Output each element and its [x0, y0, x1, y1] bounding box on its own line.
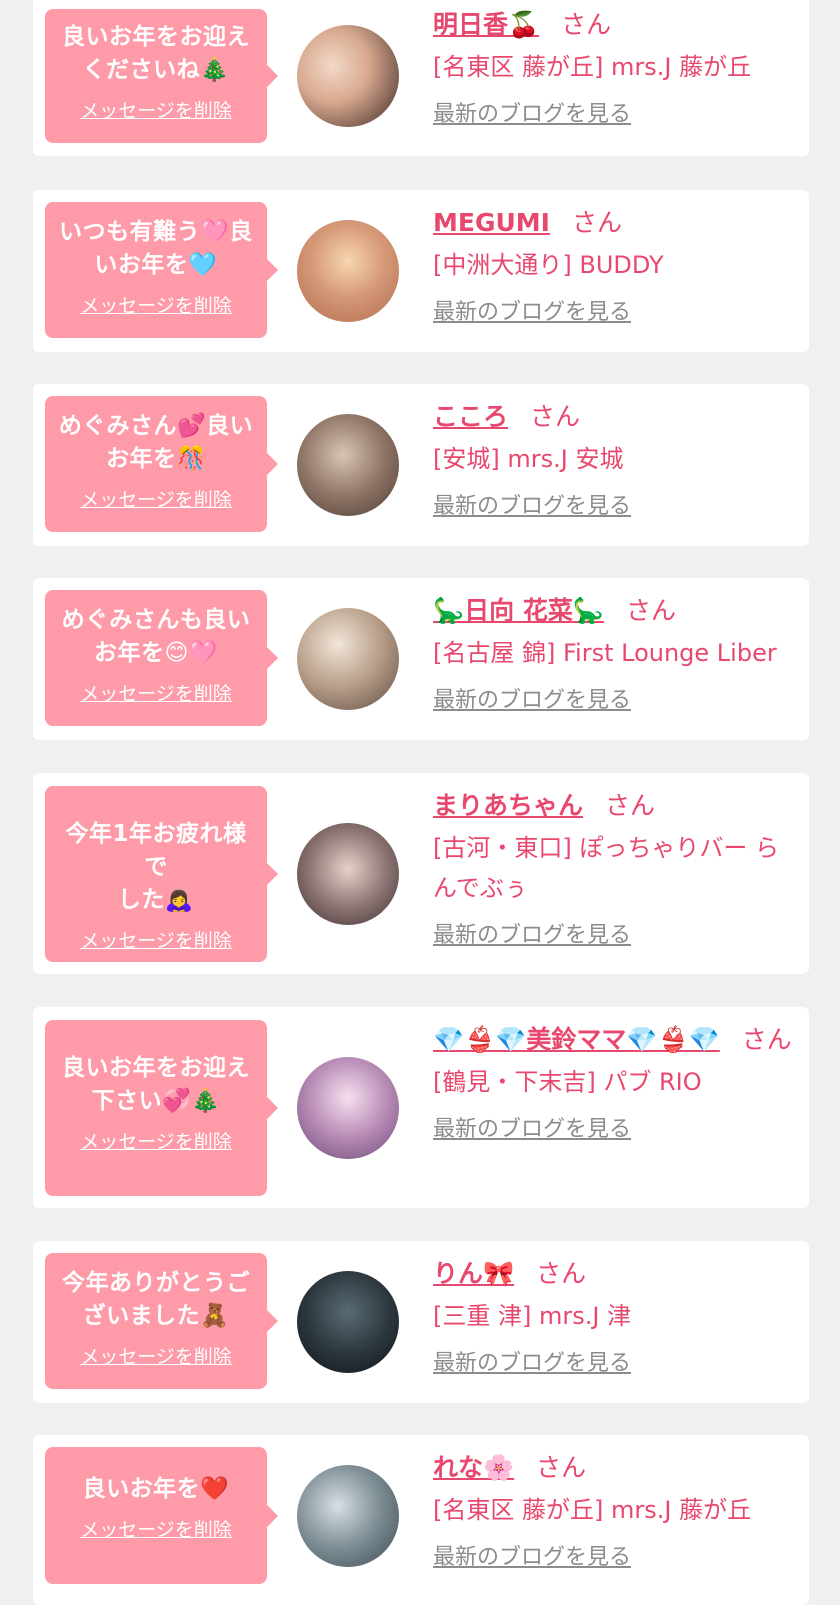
- message-bubble: 良いお年をお迎え くださいね🎄 メッセージを削除: [45, 9, 278, 143]
- avatar[interactable]: [297, 608, 399, 710]
- profile-info: 🦕日向 花菜🦕 さん [名古屋 錦] First Lounge Liber 最新の…: [433, 591, 793, 715]
- message-card: 今年ありがとうご ざいました🧸 メッセージを削除 りん🎀 さん [三重 津] mr…: [33, 1241, 809, 1403]
- message-text: 良いお年を❤️: [82, 1476, 230, 1502]
- name-line: れな🌸 さん: [433, 1448, 793, 1488]
- name-line: こころ さん: [433, 397, 793, 437]
- delete-message-link[interactable]: メッセージを削除: [80, 294, 232, 318]
- latest-blog-link[interactable]: 最新のブログを見る: [433, 1350, 631, 1378]
- delete-message-link[interactable]: メッセージを削除: [80, 929, 232, 953]
- avatar[interactable]: [297, 823, 399, 925]
- message-bubble: めぐみさん💕良い お年を🎊 メッセージを削除: [45, 396, 278, 532]
- honorific: さん: [625, 596, 676, 625]
- profile-info: 💎👙💎美鈴ママ💎👙💎 さん [鶴見・下末吉] パブ RIO 最新のブログを見る: [433, 1020, 793, 1144]
- delete-message-link[interactable]: メッセージを削除: [80, 1518, 232, 1542]
- shop-name: [安城] mrs.J 安城: [433, 445, 624, 473]
- honorific: さん: [741, 1025, 792, 1054]
- profile-name-link[interactable]: 明日香🍒: [433, 10, 539, 39]
- message-card: 良いお年を❤️ メッセージを削除 れな🌸 さん [名東区 藤が丘] mrs.J 藤…: [33, 1435, 809, 1605]
- message-card: 良いお年をお迎え 下さい💞🎄 メッセージを削除 💎👙💎美鈴ママ💎👙💎 さん [鶴見…: [33, 1007, 809, 1208]
- honorific: さん: [536, 1453, 587, 1482]
- name-line: 🦕日向 花菜🦕 さん: [433, 591, 793, 631]
- name-line: 💎👙💎美鈴ママ💎👙💎 さん: [433, 1020, 793, 1060]
- message-text: 良いお年をお迎え くださいね🎄: [62, 24, 250, 83]
- message-bubble: めぐみさんも良い お年を😊🩷 メッセージを削除: [45, 590, 278, 726]
- shop-name: [中洲大通り] BUDDY: [433, 251, 664, 279]
- shop-name: [名東区 藤が丘] mrs.J 藤が丘: [433, 1496, 752, 1524]
- name-line: 明日香🍒 さん: [433, 5, 793, 45]
- message-card: いつも有難う🩷良 いお年を🩵 メッセージを削除 MEGUMI さん [中洲大通り]…: [33, 190, 809, 352]
- honorific: さん: [605, 791, 656, 820]
- profile-info: MEGUMI さん [中洲大通り] BUDDY 最新のブログを見る: [433, 203, 793, 327]
- latest-blog-link[interactable]: 最新のブログを見る: [433, 687, 631, 715]
- profile-info: こころ さん [安城] mrs.J 安城 最新のブログを見る: [433, 397, 793, 521]
- profile-name-link[interactable]: まりあちゃん: [433, 791, 583, 820]
- message-card: めぐみさん💕良い お年を🎊 メッセージを削除 こころ さん [安城] mrs.J …: [33, 384, 809, 546]
- message-bubble: 良いお年を❤️ メッセージを削除: [45, 1447, 278, 1584]
- honorific: さん: [571, 208, 622, 237]
- shop-name: [名東区 藤が丘] mrs.J 藤が丘: [433, 53, 752, 81]
- profile-info: まりあちゃん さん [古河・東口] ぽっちゃりバー らんでぶぅ 最新のブログを見る: [433, 786, 793, 950]
- name-line: まりあちゃん さん: [433, 786, 793, 826]
- latest-blog-link[interactable]: 最新のブログを見る: [433, 493, 631, 521]
- message-card: 今年1年お疲れ様で した🙇‍♀️ メッセージを削除 まりあちゃん さん [古河・東…: [33, 773, 809, 974]
- message-bubble: 今年1年お疲れ様で した🙇‍♀️ メッセージを削除: [45, 786, 278, 962]
- message-text: めぐみさん💕良い お年を🎊: [58, 413, 254, 472]
- profile-name-link[interactable]: MEGUMI: [433, 208, 550, 237]
- avatar[interactable]: [297, 414, 399, 516]
- message-text: 今年ありがとうご ざいました🧸: [62, 1270, 250, 1329]
- profile-name-link[interactable]: こころ: [433, 402, 508, 431]
- latest-blog-link[interactable]: 最新のブログを見る: [433, 922, 631, 950]
- message-bubble: 今年ありがとうご ざいました🧸 メッセージを削除: [45, 1253, 278, 1389]
- shop-name: [三重 津] mrs.J 津: [433, 1302, 632, 1330]
- delete-message-link[interactable]: メッセージを削除: [80, 99, 232, 123]
- name-line: MEGUMI さん: [433, 203, 793, 243]
- message-card: 良いお年をお迎え くださいね🎄 メッセージを削除 明日香🍒 さん [名東区 藤が丘…: [33, 0, 809, 156]
- profile-info: 明日香🍒 さん [名東区 藤が丘] mrs.J 藤が丘 最新のブログを見る: [433, 5, 793, 129]
- latest-blog-link[interactable]: 最新のブログを見る: [433, 1116, 631, 1144]
- honorific: さん: [530, 402, 581, 431]
- avatar[interactable]: [297, 220, 399, 322]
- shop-name: [鶴見・下末吉] パブ RIO: [433, 1068, 702, 1096]
- message-text: 良いお年をお迎え 下さい💞🎄: [62, 1055, 250, 1114]
- avatar[interactable]: [297, 1465, 399, 1567]
- profile-name-link[interactable]: 💎👙💎美鈴ママ💎👙💎: [433, 1025, 720, 1054]
- delete-message-link[interactable]: メッセージを削除: [80, 682, 232, 706]
- delete-message-link[interactable]: メッセージを削除: [80, 1345, 232, 1369]
- profile-name-link[interactable]: 🦕日向 花菜🦕: [433, 596, 604, 625]
- profile-info: りん🎀 さん [三重 津] mrs.J 津 最新のブログを見る: [433, 1254, 793, 1378]
- shop-name: [名古屋 錦] First Lounge Liber: [433, 639, 777, 667]
- honorific: さん: [536, 1259, 587, 1288]
- avatar[interactable]: [297, 1057, 399, 1159]
- profile-name-link[interactable]: りん🎀: [433, 1259, 514, 1288]
- message-card: めぐみさんも良い お年を😊🩷 メッセージを削除 🦕日向 花菜🦕 さん [名古屋 錦…: [33, 578, 809, 740]
- profile-info: れな🌸 さん [名東区 藤が丘] mrs.J 藤が丘 最新のブログを見る: [433, 1448, 793, 1572]
- latest-blog-link[interactable]: 最新のブログを見る: [433, 299, 631, 327]
- delete-message-link[interactable]: メッセージを削除: [80, 488, 232, 512]
- honorific: さん: [561, 10, 612, 39]
- delete-message-link[interactable]: メッセージを削除: [80, 1130, 232, 1154]
- message-bubble: 良いお年をお迎え 下さい💞🎄 メッセージを削除: [45, 1020, 278, 1196]
- avatar[interactable]: [297, 1271, 399, 1373]
- message-text: めぐみさんも良い お年を😊🩷: [61, 607, 251, 666]
- shop-name: [古河・東口] ぽっちゃりバー らんでぶぅ: [433, 834, 779, 902]
- message-bubble: いつも有難う🩷良 いお年を🩵 メッセージを削除: [45, 202, 278, 338]
- latest-blog-link[interactable]: 最新のブログを見る: [433, 1544, 631, 1572]
- profile-name-link[interactable]: れな🌸: [433, 1453, 514, 1482]
- name-line: りん🎀 さん: [433, 1254, 793, 1294]
- message-text: いつも有難う🩷良 いお年を🩵: [59, 219, 253, 278]
- message-text: 今年1年お疲れ様で した🙇‍♀️: [65, 821, 247, 913]
- avatar[interactable]: [297, 25, 399, 127]
- latest-blog-link[interactable]: 最新のブログを見る: [433, 101, 631, 129]
